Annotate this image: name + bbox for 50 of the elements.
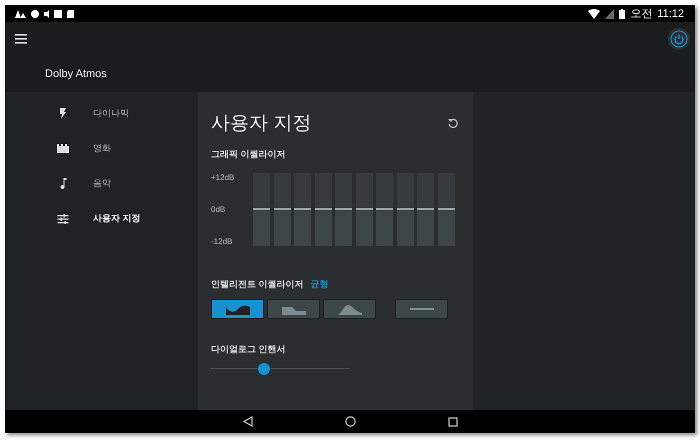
wifi-icon [588,8,600,18]
sliders-icon [55,214,71,224]
sd-card-icon [67,10,74,18]
eq-band-slider[interactable] [253,173,270,246]
clock-period: 오전 [630,7,652,21]
battery-icon [619,8,626,18]
section-label: 다이얼로그 인핸서 [211,343,287,356]
mountain-icon [15,10,26,18]
eq-band-slider[interactable] [356,173,372,246]
home-icon[interactable] [344,416,356,427]
clock: 11:12 [657,8,684,20]
eq-band-slider[interactable] [438,173,454,246]
eq-band-slider[interactable] [335,173,352,246]
recents-icon[interactable] [448,416,458,426]
image-icon [54,10,62,18]
speaker-icon [44,10,49,18]
eq-preset-button[interactable] [211,299,264,319]
back-icon[interactable] [242,416,252,427]
section-label: 그래픽 이퀄라이저 [211,148,287,161]
eq-band-slider[interactable] [294,173,311,246]
eq-band-slider[interactable] [417,173,434,246]
slider-thumb[interactable] [258,363,270,375]
app-title: Dolby Atmos [45,68,108,80]
sidebar-item[interactable]: 영화 [5,139,198,158]
db-label: -12dB [211,237,234,246]
flat-line-icon [410,308,434,310]
eq-preset-button[interactable] [323,299,376,319]
panel-title: 사용자 지정 [211,112,312,136]
menu-icon[interactable] [15,34,27,44]
signal-icon [605,8,614,18]
curve-icon [336,303,364,315]
sidebar-item[interactable]: 다이나믹 [5,104,198,123]
eq-band-slider[interactable] [376,173,393,246]
sidebar-item[interactable]: 사용자 지정 [5,209,198,228]
eq-band-slider[interactable] [314,173,332,246]
eq-band-slider[interactable] [274,173,290,246]
db-label: +12dB [211,173,236,182]
section-label: 인텔리전트 이퀄라이저 [211,278,304,291]
db-label: 0dB [211,205,226,214]
reset-icon[interactable] [448,118,458,128]
clapperboard-icon [55,144,71,153]
eq-preset-button[interactable] [395,299,448,319]
power-button[interactable] [668,28,690,50]
sidebar-item[interactable]: 음악 [5,174,198,193]
eq-band-slider[interactable] [396,173,414,246]
eq-preset-button[interactable] [267,299,320,319]
dialogue-enhancer-slider[interactable] [211,362,350,376]
circle-icon [31,10,39,18]
curve-icon [224,303,252,315]
preset-name: 균형 [310,278,329,291]
